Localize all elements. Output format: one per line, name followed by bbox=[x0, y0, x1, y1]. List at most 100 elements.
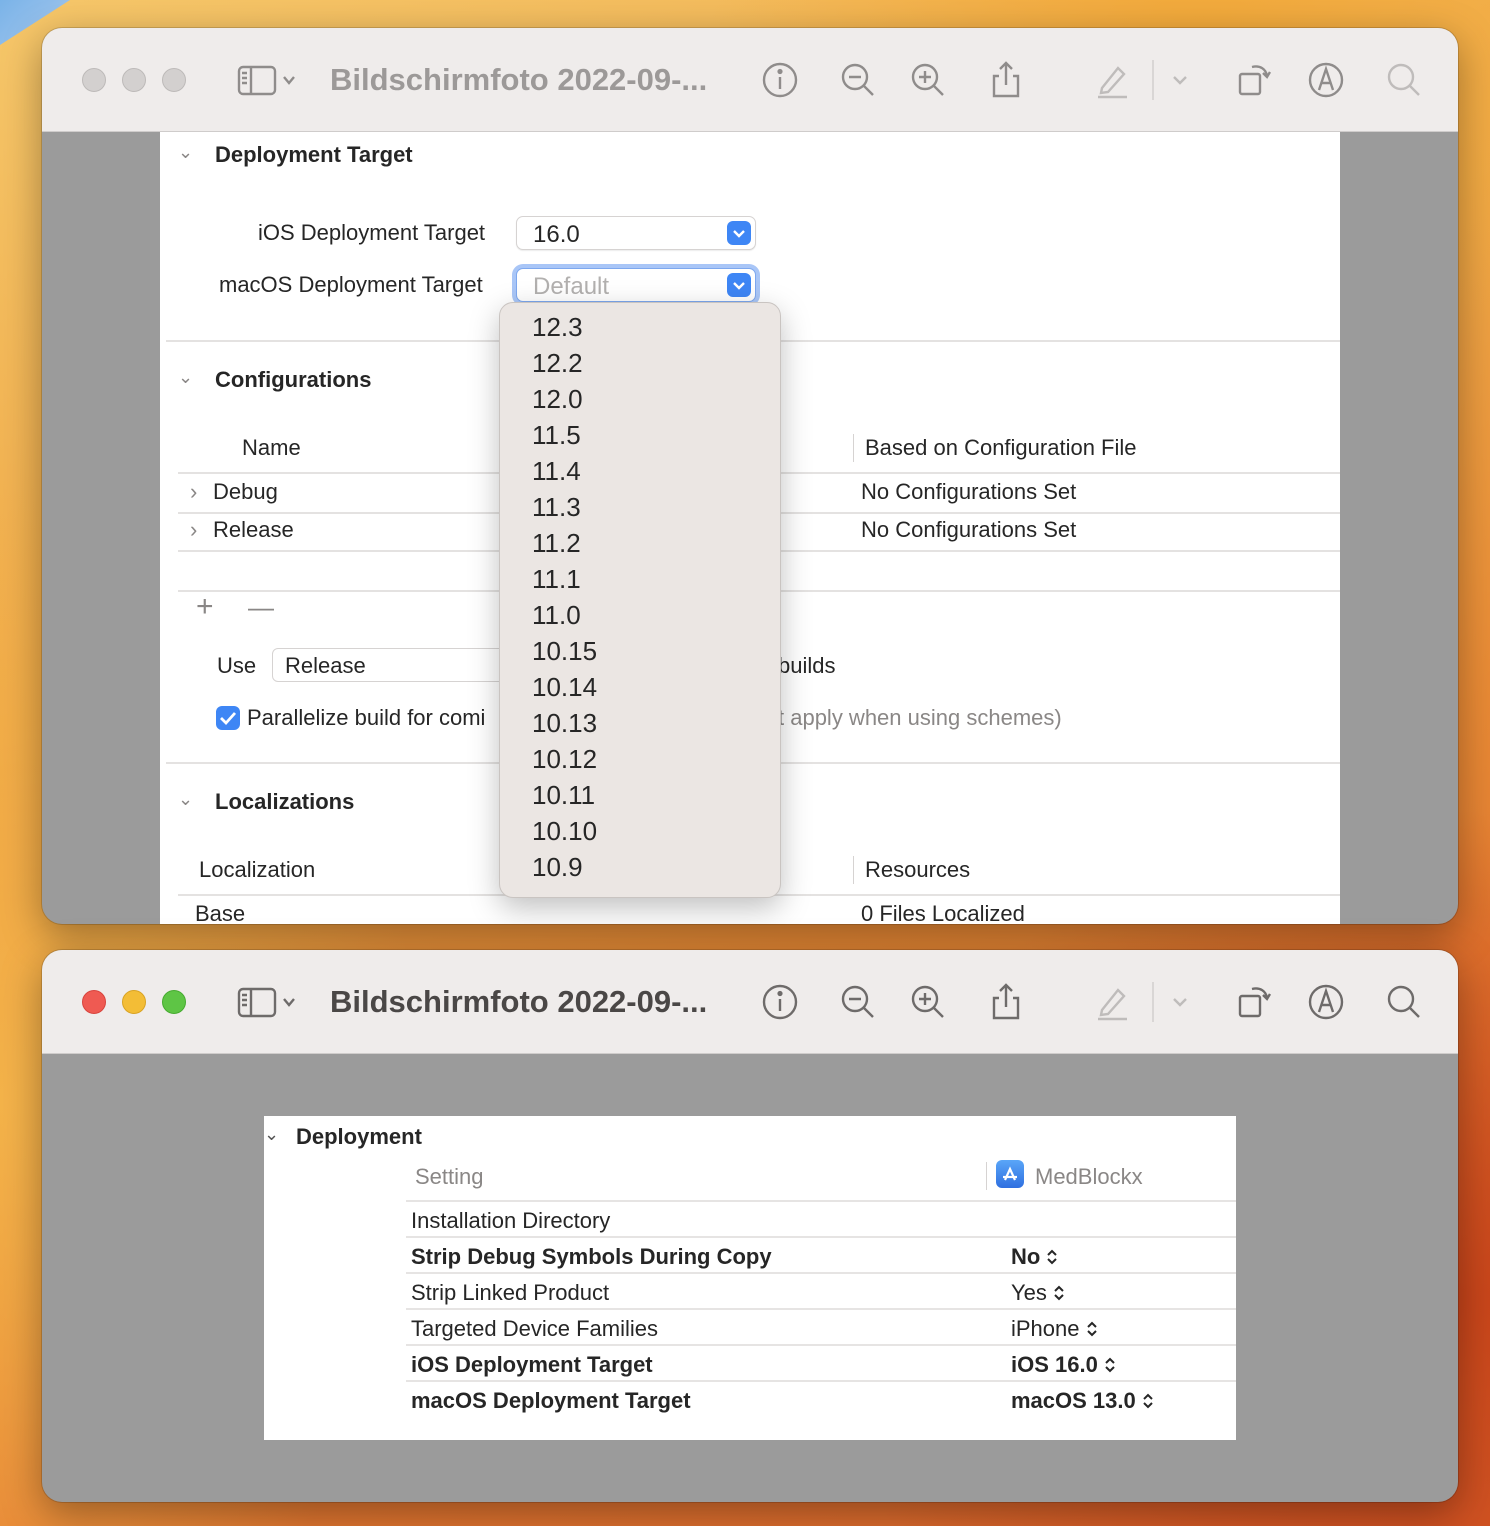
close-button[interactable] bbox=[82, 990, 106, 1014]
popup-chevron-icon bbox=[727, 273, 751, 297]
setting-value-popup[interactable]: iOS 16.0 bbox=[1011, 1352, 1116, 1378]
chevron-down-icon[interactable] bbox=[1160, 58, 1200, 102]
builds-label: builds bbox=[778, 653, 836, 678]
setting-value-popup[interactable]: No bbox=[1011, 1244, 1058, 1270]
disclosure-chevron-icon[interactable]: ⌄ bbox=[178, 789, 193, 810]
remove-configuration-button[interactable]: — bbox=[248, 592, 274, 623]
menu-item-version[interactable]: 11.1 bbox=[500, 561, 780, 597]
share-icon[interactable] bbox=[984, 980, 1028, 1024]
setting-value-popup[interactable]: macOS 13.0 bbox=[1011, 1388, 1154, 1414]
setting-name: Installation Directory bbox=[411, 1208, 611, 1233]
setting-name: Strip Debug Symbols During Copy bbox=[411, 1244, 772, 1269]
add-configuration-button[interactable]: + bbox=[196, 590, 214, 624]
setting-name: macOS Deployment Target bbox=[411, 1388, 691, 1413]
minimize-button[interactable] bbox=[122, 68, 146, 92]
table-header-divider bbox=[406, 1200, 1236, 1202]
zoom-out-icon[interactable] bbox=[836, 980, 880, 1024]
setting-name: Targeted Device Families bbox=[411, 1316, 658, 1341]
ios-deployment-target-popup[interactable]: 16.0 bbox=[516, 216, 756, 250]
row-divider bbox=[406, 1308, 1236, 1310]
column-header-based-on[interactable]: Based on Configuration File bbox=[865, 435, 1137, 461]
share-icon[interactable] bbox=[984, 58, 1028, 102]
sidebar-icon[interactable] bbox=[234, 58, 306, 102]
app-store-icon bbox=[996, 1160, 1024, 1188]
search-icon[interactable] bbox=[1382, 58, 1426, 102]
search-icon[interactable] bbox=[1382, 980, 1426, 1024]
markup-pen-icon[interactable] bbox=[1090, 980, 1134, 1024]
preview-window-inactive: Bildschirmfoto 2022-09-... ⌄ Deployment … bbox=[42, 28, 1458, 924]
annotate-icon[interactable] bbox=[1304, 980, 1348, 1024]
section-header-deployment: Deployment bbox=[296, 1124, 422, 1149]
menu-item-version[interactable]: 10.14 bbox=[500, 669, 780, 705]
column-separator bbox=[853, 434, 854, 462]
column-header-target[interactable]: MedBlockx bbox=[1035, 1164, 1143, 1190]
disclosure-chevron-icon[interactable]: ⌄ bbox=[264, 1124, 279, 1145]
setting-value: iOS 16.0 bbox=[1011, 1352, 1098, 1377]
annotate-icon[interactable] bbox=[1304, 58, 1348, 102]
config-based-on: No Configurations Set bbox=[861, 517, 1077, 542]
toolbar-separator bbox=[1152, 982, 1154, 1022]
column-header-name[interactable]: Name bbox=[242, 435, 301, 461]
menu-item-version[interactable]: 10.13 bbox=[500, 705, 780, 741]
zoom-in-icon[interactable] bbox=[906, 980, 950, 1024]
zoom-button[interactable] bbox=[162, 68, 186, 92]
info-icon[interactable] bbox=[758, 980, 802, 1024]
column-separator bbox=[853, 856, 854, 884]
macos-deployment-target-menu: 12.3 12.2 12.0 11.5 11.4 11.3 11.2 11.1 11.0 10.1… bbox=[499, 302, 781, 898]
menu-item-version[interactable]: 10.12 bbox=[500, 741, 780, 777]
menu-item-version[interactable]: 11.3 bbox=[500, 489, 780, 525]
row-expand-chevron-icon[interactable]: › bbox=[190, 517, 197, 543]
menu-item-version[interactable]: 11.4 bbox=[500, 453, 780, 489]
window-title: Bildschirmfoto 2022-09-... bbox=[330, 984, 708, 1019]
disclosure-chevron-icon[interactable]: ⌄ bbox=[178, 142, 193, 163]
menu-item-version[interactable]: 10.9 bbox=[500, 849, 780, 885]
rotate-icon[interactable] bbox=[1232, 58, 1276, 102]
section-header-configurations: Configurations bbox=[215, 367, 372, 392]
stepper-chevrons-icon bbox=[1046, 1248, 1058, 1266]
column-separator bbox=[986, 1162, 987, 1190]
disclosure-chevron-icon[interactable]: ⌄ bbox=[178, 367, 193, 388]
macos-deployment-target-popup[interactable]: Default bbox=[516, 268, 756, 302]
zoom-in-icon[interactable] bbox=[906, 58, 950, 102]
menu-item-version[interactable]: 12.2 bbox=[500, 345, 780, 381]
row-divider bbox=[406, 1272, 1236, 1274]
close-button[interactable] bbox=[82, 68, 106, 92]
toolbar-separator bbox=[1152, 60, 1154, 100]
parallelize-checkbox[interactable] bbox=[216, 706, 240, 730]
stepper-chevrons-icon bbox=[1142, 1392, 1154, 1410]
markup-pen-icon[interactable] bbox=[1090, 58, 1134, 102]
setting-value-popup[interactable]: Yes bbox=[1011, 1280, 1065, 1306]
menu-item-version[interactable]: 11.5 bbox=[500, 417, 780, 453]
command-line-config-value: Release bbox=[285, 653, 366, 678]
setting-value-popup[interactable]: iPhone bbox=[1011, 1316, 1098, 1342]
menu-item-version[interactable]: 10.15 bbox=[500, 633, 780, 669]
setting-name: iOS Deployment Target bbox=[411, 1352, 653, 1377]
menu-item-version[interactable]: 10.10 bbox=[500, 813, 780, 849]
parallelize-label: Parallelize build for comi bbox=[247, 705, 486, 730]
command-line-config-popup[interactable]: Release bbox=[272, 648, 512, 682]
rotate-icon[interactable] bbox=[1232, 980, 1276, 1024]
preview-window-active: Bildschirmfoto 2022-09-... ⌄ Deployment … bbox=[42, 950, 1458, 1502]
minimize-button[interactable] bbox=[122, 990, 146, 1014]
menu-item-version[interactable]: 12.0 bbox=[500, 381, 780, 417]
row-expand-chevron-icon[interactable]: › bbox=[190, 479, 197, 505]
localization-name: Base bbox=[195, 901, 246, 924]
stepper-chevrons-icon bbox=[1086, 1320, 1098, 1338]
zoom-button[interactable] bbox=[162, 990, 186, 1014]
title-bar: Bildschirmfoto 2022-09-... bbox=[42, 28, 1458, 132]
setting-value: No bbox=[1011, 1244, 1041, 1269]
menu-item-version[interactable]: 12.3 bbox=[500, 309, 780, 345]
ios-deployment-target-label: iOS Deployment Target bbox=[258, 220, 486, 245]
menu-item-version[interactable]: 11.0 bbox=[500, 597, 780, 633]
menu-item-version[interactable]: 10.11 bbox=[500, 777, 780, 813]
column-header-resources[interactable]: Resources bbox=[865, 857, 970, 883]
localization-resources: 0 Files Localized bbox=[861, 901, 1025, 924]
column-header-setting[interactable]: Setting bbox=[415, 1164, 484, 1190]
column-header-localization[interactable]: Localization bbox=[199, 857, 315, 883]
row-divider bbox=[406, 1380, 1236, 1382]
chevron-down-icon[interactable] bbox=[1160, 980, 1200, 1024]
menu-item-version[interactable]: 11.2 bbox=[500, 525, 780, 561]
zoom-out-icon[interactable] bbox=[836, 58, 880, 102]
sidebar-icon[interactable] bbox=[234, 980, 306, 1024]
info-icon[interactable] bbox=[758, 58, 802, 102]
